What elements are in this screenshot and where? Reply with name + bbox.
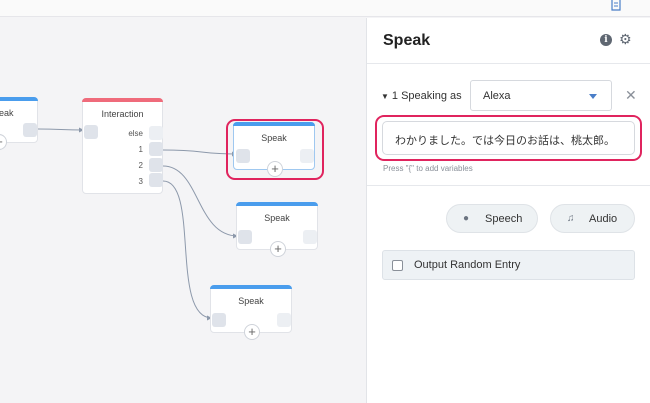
choice-label-1: 1	[138, 145, 143, 154]
node-title: Interaction	[101, 109, 144, 119]
info-icon[interactable]: i	[600, 34, 612, 46]
document-icon[interactable]	[610, 0, 622, 12]
choice-label-2: 2	[138, 161, 143, 170]
wire-left-to-interaction	[37, 128, 85, 131]
output-port[interactable]	[277, 313, 291, 327]
output-port[interactable]	[300, 149, 314, 163]
node-title: Speak	[264, 213, 290, 223]
gear-icon[interactable]: ⚙	[619, 32, 632, 46]
speak-node[interactable]: Speak +	[210, 285, 292, 340]
random-entry-checkbox[interactable]	[392, 260, 403, 271]
flow-canvas[interactable]: eak + Interaction else 1 2 3 Speak + Spe…	[0, 18, 366, 403]
audio-button-label: Audio	[589, 213, 618, 225]
add-step-button[interactable]: +	[244, 324, 260, 340]
divider	[367, 63, 650, 64]
choice-port-1[interactable]	[149, 142, 163, 156]
voice-select-value: Alexa	[483, 90, 511, 102]
speech-button-label: Speech	[485, 213, 523, 225]
speak-editor-panel: Speak i ⚙ ▼ 1 Speaking as Alexa ✕ わかりました。…	[366, 18, 650, 403]
node-color-bar	[210, 285, 292, 289]
node-title: Speak	[238, 296, 264, 306]
speech-text-value[interactable]: わかりました。では今日のお話は、桃太郎。	[395, 132, 615, 148]
close-icon[interactable]: ✕	[625, 88, 637, 102]
choice-port-else[interactable]	[149, 126, 163, 140]
node-color-bar	[82, 98, 163, 102]
random-entry-label: Output Random Entry	[414, 259, 521, 271]
top-bar	[0, 0, 650, 17]
voice-select[interactable]: Alexa	[470, 80, 612, 111]
input-port[interactable]	[84, 125, 98, 139]
choice-port-3[interactable]	[149, 173, 163, 187]
speaking-as-row[interactable]: ▼ 1 Speaking as	[381, 90, 462, 102]
choice-label-3: 3	[138, 177, 143, 186]
node-title: eak	[0, 108, 14, 118]
speaking-as-label: 1 Speaking as	[391, 90, 462, 102]
divider	[367, 185, 650, 186]
output-port[interactable]	[303, 230, 317, 244]
output-port[interactable]	[23, 123, 37, 137]
panel-title: Speak	[383, 32, 431, 49]
choice-port-2[interactable]	[149, 158, 163, 172]
interaction-node[interactable]: Interaction else 1 2 3	[82, 98, 163, 194]
speak-node-partial[interactable]: eak +	[0, 97, 38, 150]
add-step-button[interactable]: +	[267, 161, 283, 177]
node-color-bar	[233, 122, 315, 126]
node-title: Speak	[261, 133, 287, 143]
random-entry-toggle[interactable]: Output Random Entry	[382, 250, 635, 280]
add-speech-button[interactable]: ● Speech	[446, 204, 538, 233]
variables-hint: Press "{" to add variables	[383, 164, 473, 173]
wire-choice3-to-speak3	[162, 180, 213, 319]
input-port[interactable]	[212, 313, 226, 327]
speech-text-input[interactable]: わかりました。では今日のお話は、桃太郎。	[382, 121, 635, 155]
input-port[interactable]	[238, 230, 252, 244]
input-port[interactable]	[236, 149, 250, 163]
chevron-down-icon[interactable]: ▼	[381, 92, 389, 101]
add-step-button[interactable]: +	[270, 241, 286, 257]
speak-node[interactable]: Speak +	[236, 202, 318, 257]
music-note-icon: ♫	[567, 213, 575, 224]
node-color-bar	[236, 202, 318, 206]
speak-node-selected[interactable]: Speak +	[233, 122, 315, 177]
choice-label-else: else	[128, 129, 143, 138]
chevron-down-icon	[589, 94, 597, 99]
chat-icon: ●	[463, 213, 470, 224]
node-color-bar	[0, 97, 38, 101]
wire-choice2-to-speak2	[162, 165, 239, 237]
add-audio-button[interactable]: ♫ Audio	[550, 204, 635, 233]
